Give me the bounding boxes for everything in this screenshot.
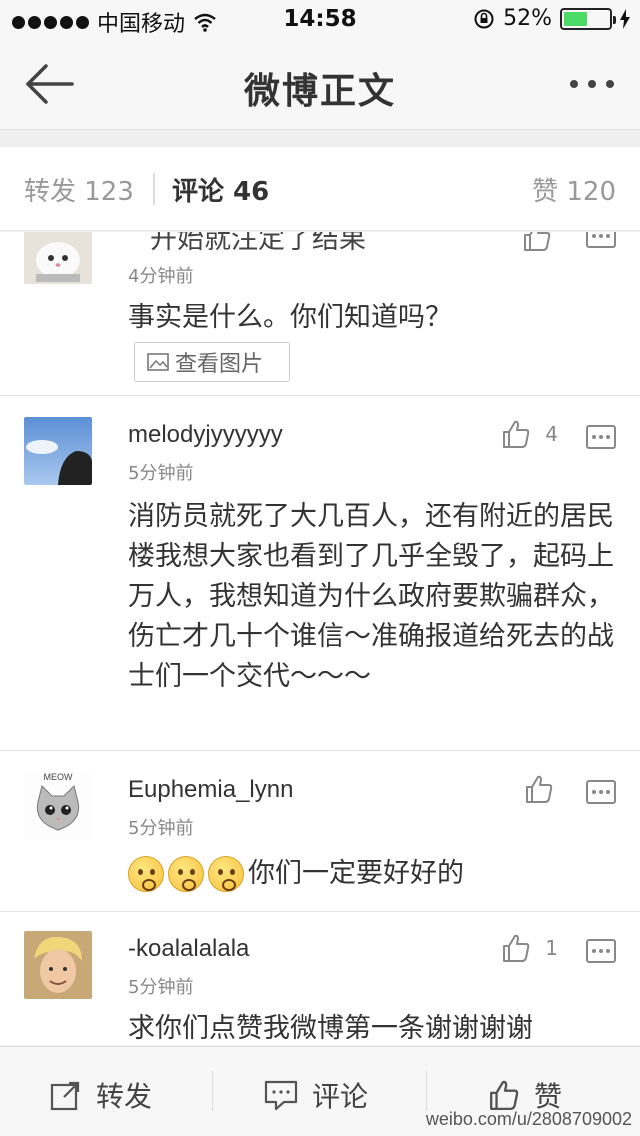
thumbs-up-icon[interactable] [501, 419, 531, 449]
worried-face-emoji-icon [168, 856, 204, 892]
worried-face-emoji-icon [208, 856, 244, 892]
charging-icon [620, 8, 630, 29]
repost-icon [50, 1081, 80, 1111]
comment-more-button[interactable] [586, 425, 616, 449]
image-icon [147, 353, 169, 371]
more-dots-icon[interactable] [570, 80, 614, 88]
person-avatar-icon [24, 931, 92, 999]
comment-more-button[interactable] [586, 780, 616, 804]
toolbar-divider [426, 1071, 427, 1111]
tab-repost[interactable]: 转发 123 [24, 171, 134, 208]
tab-like[interactable]: 赞 120 [532, 171, 616, 208]
tab-comment[interactable]: 评论 46 [172, 171, 269, 208]
sky-avatar-icon [24, 417, 92, 485]
comment-label: 评论 [312, 1080, 369, 1113]
comment-button[interactable]: 评论 [264, 1075, 368, 1115]
comment-icon [264, 1080, 298, 1111]
avatar[interactable] [24, 232, 92, 284]
comment-username[interactable]: -koalalalala [128, 935, 249, 963]
comment-body: 你们一定要好好的 [128, 854, 616, 894]
kitten-avatar-icon [24, 772, 92, 840]
comment-username[interactable]: Euphemia_lynn [128, 776, 293, 804]
nav-bar: 微博正文 [0, 40, 640, 130]
like-button[interactable]: 1 [501, 933, 558, 963]
watermark: weibo.com/u/2808709002 [425, 1109, 632, 1129]
comment-time: 5分钟前 [128, 463, 194, 484]
comment-item: -koalalalala 1 5分钟前 求你们点赞我微博第一条谢谢谢谢 [0, 913, 640, 1045]
comment-item: 开始就注定了结果 4分钟前 事实是什么。你们知道吗？ 查看图片 [0, 232, 640, 396]
comment-text: 事实是什么。你们知道吗？ [128, 302, 452, 333]
like-count: 4 [545, 422, 558, 446]
view-image-label: 查看图片 [175, 352, 264, 377]
tab-divider [153, 173, 155, 205]
repost-button[interactable]: 转发 [50, 1075, 152, 1115]
comment-text: 求你们点赞我微博第一条谢谢谢谢 [128, 1013, 533, 1044]
comment-time: 5分钟前 [128, 818, 194, 839]
status-bar: 中国移动 14:58 52% [0, 0, 640, 40]
page-title: 微博正文 [243, 71, 396, 112]
avatar[interactable] [24, 931, 92, 999]
status-right: 52% [473, 6, 630, 31]
section-gap [0, 131, 640, 147]
repost-label: 转发 [96, 1080, 153, 1113]
comment-item: melodyjyyyyyy 4 5分钟前 消防员就死了大几百人，还有附近的居民楼… [0, 397, 640, 751]
battery-percent: 52% [503, 6, 552, 31]
thumbs-up-icon[interactable] [524, 774, 554, 804]
thumbs-up-icon [490, 1080, 519, 1111]
avatar[interactable]: MEOW [24, 772, 92, 840]
bottom-toolbar: 转发 评论 赞 weibo.com/u/2808709002 [0, 1046, 640, 1136]
comment-username[interactable]: melodyjyyyyyy [128, 421, 283, 449]
thumbs-up-icon[interactable] [522, 232, 552, 252]
cat-avatar-icon [24, 232, 92, 284]
comment-item: MEOW Euphemia_lynn 5分钟前 你们一定要好好的 [0, 752, 640, 912]
comment-text: 消防员就死了大几百人，还有附近的居民楼我想大家也看到了几乎全毁了，起码上万人，我… [128, 501, 614, 692]
avatar[interactable] [24, 417, 92, 485]
comment-more-button[interactable] [586, 232, 616, 248]
battery-icon [560, 7, 616, 30]
like-button[interactable]: 4 [501, 419, 558, 449]
comment-time: 4分钟前 [128, 266, 194, 287]
comment-time: 5分钟前 [128, 977, 194, 998]
comment-more-button[interactable] [586, 939, 616, 963]
worried-face-emoji-icon [128, 856, 164, 892]
toolbar-divider [212, 1071, 213, 1111]
like-count: 1 [545, 936, 558, 960]
rotation-lock-icon [474, 9, 494, 28]
comment-list[interactable]: 开始就注定了结果 4分钟前 事实是什么。你们知道吗？ 查看图片 melodyjy… [0, 232, 640, 1045]
view-image-button[interactable]: 查看图片 [134, 342, 290, 382]
like-button[interactable] [524, 774, 554, 804]
tab-bar: 转发 123 评论 46 赞 120 [0, 147, 640, 231]
avatar-caption: MEOW [43, 772, 73, 782]
comment-text: 你们一定要好好的 [248, 858, 464, 889]
thumbs-up-icon[interactable] [501, 933, 531, 963]
